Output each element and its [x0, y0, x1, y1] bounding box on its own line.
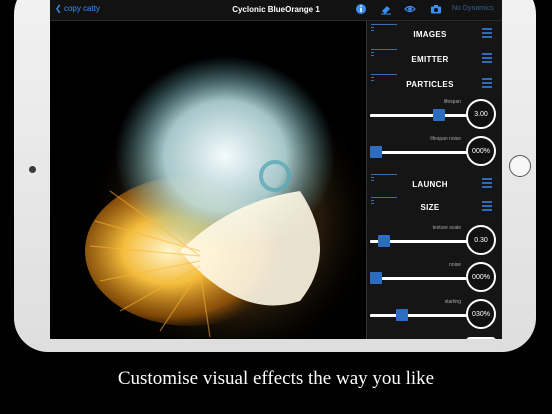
param-label: noise [449, 262, 461, 268]
param-row-texture-scale: texture scale 0.30 [367, 225, 502, 261]
slider-track[interactable] [369, 272, 467, 284]
section-label-emitter: EMITTER [411, 55, 449, 64]
slider-thumb[interactable] [396, 309, 408, 321]
param-label: lifespan [443, 99, 461, 105]
section-label-launch: LAUNCH [412, 180, 448, 189]
app-screen: ❮ copy catty Cyclonic BlueOrange 1 No Dy… [50, 0, 502, 339]
slider-thumb[interactable] [369, 146, 382, 158]
settings-panel: IMAGES EMITTER PARTICLES lifespan 3.00 l… [366, 21, 502, 339]
value-dial[interactable]: 000% [466, 262, 496, 292]
dynamics-button[interactable]: No Dynamics [452, 5, 494, 12]
param-label: texture scale [432, 225, 461, 231]
slider-thumb[interactable] [369, 272, 382, 284]
param-row-partial [367, 323, 502, 339]
slider-thumb[interactable] [432, 109, 445, 121]
section-label-size: SIZE [420, 203, 440, 212]
param-label: starting [444, 299, 461, 305]
section-particles[interactable]: PARTICLES [367, 73, 502, 95]
promo-caption: Customise visual effects the way you lik… [117, 368, 435, 389]
front-camera [29, 166, 36, 173]
menu-icon[interactable] [482, 78, 492, 88]
value-dial[interactable]: 000% [466, 136, 496, 166]
section-label-images: IMAGES [413, 30, 447, 39]
info-icon[interactable] [355, 3, 367, 15]
particle-effect-render [80, 56, 380, 339]
section-launch[interactable]: LAUNCH [367, 173, 502, 195]
particle-canvas[interactable] [50, 21, 380, 339]
nav-bar: ❮ copy catty Cyclonic BlueOrange 1 No Dy… [50, 0, 502, 21]
param-row-lifespan-noise: lifespan noise 000% [367, 136, 502, 172]
slider-track[interactable] [370, 309, 467, 321]
eye-icon[interactable] [404, 3, 416, 15]
slider-track[interactable] [369, 146, 467, 158]
slider-thumb[interactable] [377, 235, 390, 247]
value-dial[interactable]: 3.00 [466, 99, 496, 129]
section-emitter[interactable]: EMITTER [367, 48, 502, 70]
value-dial[interactable] [466, 337, 496, 339]
menu-icon[interactable] [482, 28, 492, 38]
param-row-noise: noise 000% [367, 262, 502, 298]
value-dial[interactable]: 0.30 [466, 225, 496, 255]
camera-icon[interactable] [430, 3, 442, 15]
eraser-icon[interactable] [380, 3, 392, 15]
slider-track[interactable] [370, 109, 467, 121]
menu-icon[interactable] [482, 53, 492, 63]
section-images[interactable]: IMAGES [367, 23, 502, 45]
param-row-lifespan: lifespan 3.00 [367, 99, 502, 135]
section-label-particles: PARTICLES [406, 80, 454, 89]
menu-icon[interactable] [482, 178, 492, 188]
param-label: lifespan noise [430, 136, 461, 142]
menu-icon[interactable] [482, 201, 492, 211]
home-button[interactable] [509, 155, 531, 177]
slider-track[interactable] [370, 235, 467, 247]
section-size[interactable]: SIZE [367, 196, 502, 218]
